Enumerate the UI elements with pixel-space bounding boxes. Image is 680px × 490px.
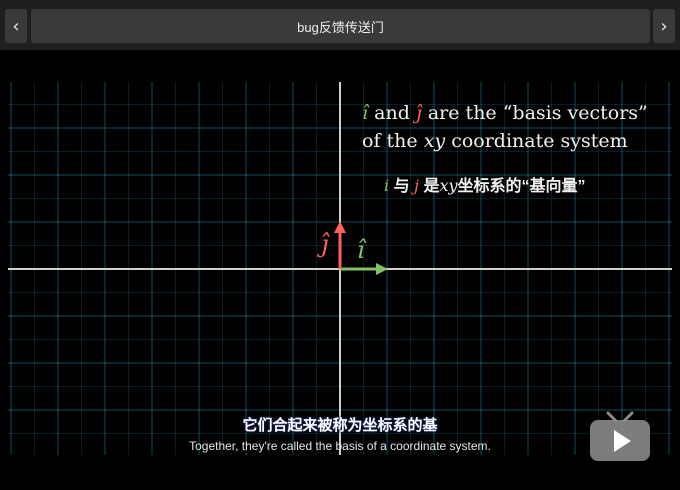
top-bar: ‹ bug反馈传送门 ›: [0, 0, 680, 50]
video-frame[interactable]: î and ĵ are the “basis vectors” of the x…: [0, 50, 680, 490]
xy-symbol: xy: [423, 130, 446, 152]
zh-shi: 是: [423, 178, 440, 195]
zh-j-symbol: j: [414, 176, 420, 195]
of-the-phrase: of the: [362, 130, 418, 152]
and-word: and: [374, 102, 410, 124]
zh-yu: 与: [393, 178, 410, 195]
chinese-annotation: i 与 j 是xy坐标系的“基向量”: [384, 172, 586, 196]
feedback-title-button[interactable]: bug反馈传送门: [31, 9, 650, 43]
next-button[interactable]: ›: [653, 9, 675, 43]
zh-xy-symbol: xy: [439, 176, 458, 195]
tv-play-icon[interactable]: [588, 411, 652, 463]
zh-i-symbol: i: [384, 176, 390, 195]
prev-button[interactable]: ‹: [5, 9, 27, 43]
i-hat-label: î: [357, 236, 365, 264]
basis-annotation-line2: of the xy coordinate system: [362, 130, 628, 152]
basis-annotation-line1: î and ĵ are the “basis vectors”: [362, 102, 648, 124]
subtitle-chinese: 它们合起来被称为坐标系的基: [242, 417, 438, 434]
subtitle-english: Together, they're called the basis of a …: [189, 439, 491, 453]
zh-basis-vectors: 坐标系的“基向量”: [457, 178, 586, 195]
j-hat-symbol: ĵ: [415, 102, 422, 124]
j-hat-label: ĵ: [321, 230, 329, 258]
i-hat-symbol: î: [362, 102, 369, 124]
coordinate-system-phrase: coordinate system: [451, 130, 628, 152]
basis-vectors-phrase: are the “basis vectors”: [427, 102, 648, 124]
